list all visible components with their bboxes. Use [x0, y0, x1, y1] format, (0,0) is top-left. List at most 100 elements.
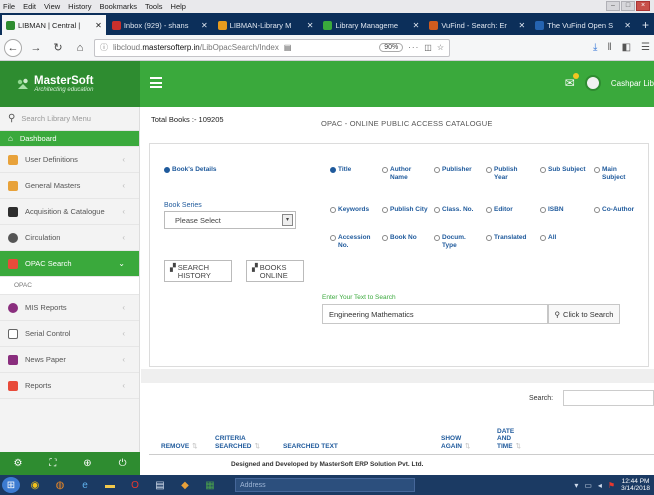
column-remove[interactable]: REMOVE ⇅ [161, 443, 198, 451]
maximize-icon[interactable]: □ [621, 1, 635, 11]
site-info-icon[interactable]: ⓘ [100, 42, 108, 53]
brand-logo[interactable]: MasterSoft Architecting education [0, 61, 140, 107]
radio-criteria-translated[interactable]: Translated [486, 234, 527, 242]
column-date-time[interactable]: DATE AND TIME ⇅ [497, 428, 527, 451]
radio-criteria-accession-no[interactable]: Accession No. [330, 234, 376, 250]
sidebar-subitem-opac[interactable]: OPAC [0, 277, 139, 295]
reload-icon[interactable]: ↻ [50, 40, 66, 56]
radio-criteria-author-name[interactable]: Author Name [382, 166, 428, 182]
app-icon[interactable]: ◆ [175, 477, 195, 493]
browser-tab[interactable]: The VuFind Open S ✕ [531, 15, 635, 35]
column-show-again[interactable]: SHOW AGAIN ⇅ [441, 435, 479, 450]
menu-view[interactable]: View [44, 2, 60, 11]
tab-close-icon[interactable]: ✕ [307, 21, 314, 30]
opera-icon[interactable]: O [125, 477, 145, 493]
sidebar-item-circulation[interactable]: Circulation ‹ [0, 225, 139, 251]
volume-icon[interactable]: ◂ [598, 481, 602, 490]
flag-icon[interactable]: ⚑ [608, 481, 615, 490]
chrome-icon[interactable]: ◉ [25, 477, 45, 493]
radio-criteria-isbn[interactable]: ISBN [540, 206, 564, 214]
sidebar-item-news-paper[interactable]: News Paper ‹ [0, 347, 139, 373]
hamburger-menu-icon[interactable] [150, 77, 162, 88]
column-criteria-searched[interactable]: CRITERIA SEARCHED ⇅ [215, 435, 267, 450]
sidebar-item-dashboard[interactable]: ⌂ Dashboard [0, 131, 139, 147]
close-window-icon[interactable]: × [636, 1, 650, 11]
menu-file[interactable]: File [3, 2, 15, 11]
back-icon[interactable]: ← [4, 38, 22, 57]
tray-arrow-icon[interactable]: ▾ [574, 481, 578, 490]
pocket-icon[interactable]: ◫ [424, 43, 432, 52]
bookmark-star-icon[interactable]: ☆ [437, 43, 444, 52]
menu-bookmarks[interactable]: Bookmarks [100, 2, 138, 11]
radio-criteria-main-subject[interactable]: Main Subject [594, 166, 640, 182]
sidebar-search[interactable]: ⚲ Search Library Menu [0, 107, 139, 131]
search-input[interactable]: Engineering Mathematics [322, 304, 548, 324]
sidebar-item-reports[interactable]: Reports ‹ [0, 373, 139, 399]
tab-close-icon[interactable]: ✕ [518, 21, 525, 30]
mail-icon[interactable]: ✉ [565, 73, 579, 90]
power-icon[interactable]: ⏻ [119, 458, 127, 469]
forward-icon[interactable]: → [28, 40, 44, 56]
sidebar-item-serial-control[interactable]: Serial Control ‹ [0, 321, 139, 347]
radio-books-details[interactable]: Book's Details [164, 166, 217, 174]
radio-criteria-all[interactable]: All [540, 234, 556, 242]
file-explorer-icon[interactable]: ▬ [100, 477, 120, 493]
firefox-icon[interactable]: ◍ [50, 477, 70, 493]
start-button-icon[interactable]: ⊞ [2, 477, 20, 493]
sidebar-item-acquisition-catalogue[interactable]: Acquisition & Catalogue ‹ [0, 199, 139, 225]
menu-history[interactable]: History [68, 2, 91, 11]
browser-tab[interactable]: VuFind - Search: Er ✕ [425, 15, 529, 35]
excel-icon[interactable]: ▦ [200, 477, 220, 493]
sidebar-item-opac-search[interactable]: OPAC Search ⌄ [0, 251, 139, 277]
browser-tab[interactable]: LIBMAN | Central | ✕ [2, 15, 106, 35]
home-icon[interactable]: ⌂ [72, 40, 88, 56]
radio-criteria-book-no[interactable]: Book No [382, 234, 417, 242]
url-bar[interactable]: ⓘ libcloud.mastersofterp.in/LibOpacSearc… [94, 38, 450, 57]
taskbar-address-bar[interactable]: Address [235, 478, 415, 492]
tab-close-icon[interactable]: ✕ [413, 21, 420, 30]
click-to-search-button[interactable]: ⚲ Click to Search [548, 304, 620, 324]
radio-criteria-publish-year[interactable]: Publish Year [486, 166, 532, 182]
download-icon[interactable]: ⤓ [593, 42, 597, 53]
radio-criteria-class-no[interactable]: Class. No. [434, 206, 473, 214]
tab-close-icon[interactable]: ✕ [95, 21, 102, 30]
search-history-button[interactable]: ▞ SEARCH HISTORY [164, 260, 232, 282]
menu-tools[interactable]: Tools [145, 2, 163, 11]
browser-tab[interactable]: Inbox (929) - shans ✕ [108, 15, 212, 35]
fullscreen-icon[interactable]: ⛶ [49, 458, 56, 469]
radio-criteria-keywords[interactable]: Keywords [330, 206, 369, 214]
book-series-select[interactable]: Please Select ▾ [164, 211, 296, 229]
radio-criteria-title[interactable]: Title [330, 166, 351, 174]
minimize-icon[interactable]: – [606, 1, 620, 11]
menu-icon[interactable]: ☰ [641, 42, 650, 53]
network-icon[interactable]: ▭ [584, 481, 592, 490]
menu-edit[interactable]: Edit [23, 2, 36, 11]
reader-view-icon[interactable]: ▤ [284, 43, 292, 52]
zoom-level[interactable]: 90% [379, 43, 404, 52]
sidebar-toggle-icon[interactable]: ◧ [622, 42, 631, 53]
radio-criteria-co-author[interactable]: Co-Author [594, 206, 634, 214]
browser-tab[interactable]: LIBMAN-Library M ✕ [214, 15, 318, 35]
radio-criteria-docum-type[interactable]: Docum. Type [434, 234, 480, 250]
sidebar-item-mis-reports[interactable]: MIS Reports ‹ [0, 295, 139, 321]
menu-help[interactable]: Help [171, 2, 186, 11]
tab-close-icon[interactable]: ✕ [201, 21, 208, 30]
library-icon[interactable]: ‖ [607, 42, 611, 53]
tab-close-icon[interactable]: ✕ [624, 21, 631, 30]
notepad-icon[interactable]: ▤ [150, 477, 170, 493]
radio-criteria-sub-subject[interactable]: Sub Subject [540, 166, 586, 174]
sidebar-item-general-masters[interactable]: General Masters ‹ [0, 173, 139, 199]
page-actions-menu[interactable]: ··· [408, 43, 419, 52]
lock-icon[interactable]: ⊕ [83, 458, 91, 469]
sidebar-item-user-definitions[interactable]: User Definitions ‹ [0, 147, 139, 173]
avatar[interactable] [584, 75, 601, 91]
settings-icon[interactable]: ⚙ [13, 458, 22, 469]
ie-icon[interactable]: e [75, 477, 95, 493]
radio-criteria-publisher[interactable]: Publisher [434, 166, 472, 174]
taskbar-clock[interactable]: 12:44 PM 3/14/2018 [621, 478, 650, 492]
new-tab-button[interactable]: + [637, 15, 654, 35]
books-online-button[interactable]: ▞ BOOKS ONLINE [246, 260, 304, 282]
user-name[interactable]: Cashpar Lib [611, 79, 654, 88]
radio-criteria-editor[interactable]: Editor [486, 206, 513, 214]
radio-criteria-publish-city[interactable]: Publish City [382, 206, 428, 214]
